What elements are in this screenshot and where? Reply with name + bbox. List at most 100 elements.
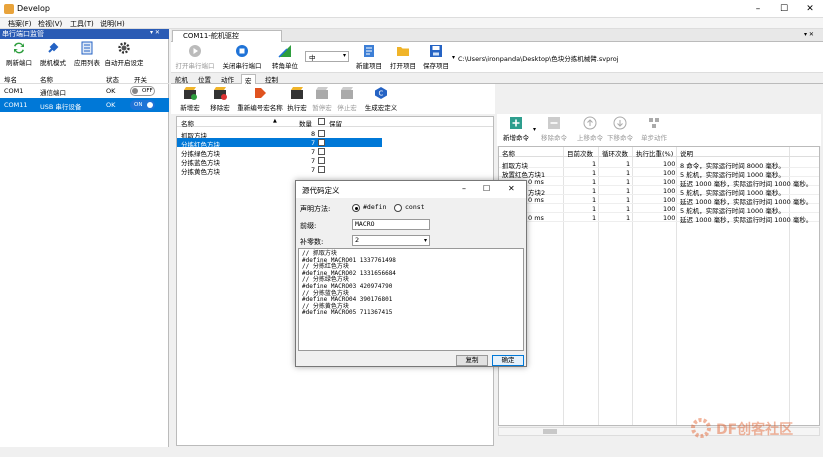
remove-command-button[interactable]: 移除命令: [537, 115, 571, 144]
define-radio[interactable]: [352, 204, 360, 212]
play-icon: [189, 45, 201, 57]
menu-bar: 档案(F) 检视(V) 工具(T) 说明(H): [0, 18, 823, 29]
minimize-button[interactable]: –: [462, 184, 466, 193]
macro-row[interactable]: 分拣黄色方块 7: [177, 165, 493, 176]
chevron-down-icon[interactable]: ▾: [452, 54, 455, 61]
project-path: C:\Users\ironpanda\Desktop\色块分拣机械臂.svpro…: [458, 55, 619, 63]
menu-tools[interactable]: 工具(T): [70, 19, 94, 29]
command-toolbar: 新增命令 ▾ 移除命令 上移命令 下移命令 单步动作: [497, 114, 821, 146]
minimize-button[interactable]: –: [745, 0, 771, 18]
clapperboard-stop-icon: [341, 87, 353, 99]
const-radio[interactable]: [394, 204, 402, 212]
port-row-selected[interactable]: COM11 USB 串行设备 OK ON: [0, 98, 169, 112]
document-tab-label: COM11-舵机驱控: [183, 32, 239, 40]
command-row[interactable]: 抓取方块 1 1 100 8 命令，实际运行时间 8000 毫秒。: [499, 159, 819, 170]
open-port-button[interactable]: 打开串行端口: [175, 43, 215, 72]
port-toggle[interactable]: ON: [130, 100, 155, 110]
clapperboard-remove-icon: [214, 87, 227, 100]
menu-view[interactable]: 检视(V): [38, 19, 62, 29]
save-icon: [430, 45, 442, 57]
close-port-button[interactable]: 关闭串行端口: [221, 43, 263, 72]
function-tabs: 舵机 位置 动作 宏 控制: [171, 73, 823, 85]
tab-position[interactable]: 位置: [198, 74, 211, 84]
keep-checkbox[interactable]: [318, 130, 325, 137]
save-project-button[interactable]: 保存项目: [421, 43, 451, 72]
title-bar: Develop – ☐ ✕: [0, 0, 823, 18]
auto-open-settings-button[interactable]: 自动开启设定: [104, 40, 144, 70]
open-project-button[interactable]: 打开项目: [387, 43, 419, 72]
serial-port-panel: 串行端口监管 ▾ ✕ 刷新端口 脱机模式 应用列表 自动开启设定 埠名 名称 状…: [0, 29, 169, 447]
app-list-button[interactable]: 应用列表: [70, 40, 104, 70]
window-title: Develop: [17, 4, 50, 13]
sort-icon[interactable]: ▲: [273, 118, 277, 124]
maximize-button[interactable]: ☐: [771, 0, 797, 18]
step-icon: [649, 118, 659, 128]
panel-pin-icon[interactable]: ▾ ✕: [150, 29, 160, 36]
macro-row-selected[interactable]: 分拣红色方块 7: [177, 138, 382, 149]
tab-control[interactable]: 控制: [265, 74, 278, 84]
macro-row[interactable]: 分拣绿色方块 7: [177, 147, 493, 158]
refresh-ports-button[interactable]: 刷新端口: [2, 40, 36, 70]
command-row[interactable]: 1 1 100 5 舵机，实际运行时间 1000 毫秒。: [499, 204, 819, 215]
command-row[interactable]: 0 ms 1 1 100 延迟 1000 毫秒，实际运行时间 1000 毫秒。: [499, 177, 819, 188]
zero-pad-select[interactable]: 2 ▾: [352, 235, 430, 246]
port-row[interactable]: COM1 通信端口 OK OFF: [0, 84, 169, 98]
panel-title: 串行端口监管: [0, 29, 169, 39]
close-button[interactable]: ✕: [508, 184, 515, 193]
tag-icon: [255, 88, 266, 98]
stop-icon: [236, 45, 248, 57]
command-row[interactable]: 方块2 1 1 100 5 舵机，实际运行时间 1000 毫秒。: [499, 186, 819, 197]
move-down-button[interactable]: 下移命令: [605, 115, 635, 144]
maximize-button[interactable]: ☐: [483, 184, 490, 193]
gear-icon: [118, 42, 130, 54]
document-tab[interactable]: COM11-舵机驱控: [172, 30, 282, 42]
dialog-title-bar: 源代码定义 – ☐ ✕: [296, 181, 526, 198]
keep-checkbox[interactable]: [318, 166, 325, 173]
source-definition-dialog: 源代码定义 – ☐ ✕ 声明方法: #defin const 前缀: MACRO…: [295, 180, 527, 367]
move-up-button[interactable]: 上移命令: [575, 115, 605, 144]
keep-checkbox[interactable]: [318, 157, 325, 164]
macro-row[interactable]: 抓取方块 8: [177, 129, 493, 140]
single-step-button[interactable]: 单步动作: [639, 115, 669, 144]
keep-checkbox[interactable]: [318, 148, 325, 155]
pause-macro-button[interactable]: 暂停宏: [310, 85, 334, 114]
generate-macro-defs-button[interactable]: C 生成宏定义: [361, 85, 401, 114]
unit-select[interactable]: 中 ▾: [305, 51, 349, 62]
command-row[interactable]: 放置红色方块1 1 1 100 5 舵机，实际运行时间 1000 毫秒。: [499, 168, 819, 179]
tab-controls[interactable]: ▾ ✕: [804, 31, 814, 38]
status-bar: [0, 447, 823, 457]
tab-macro[interactable]: 宏: [241, 74, 256, 85]
stop-macro-button[interactable]: 停止宏: [335, 85, 359, 114]
macro-row[interactable]: 分拣蓝色方块 7: [177, 156, 493, 167]
port-toggle[interactable]: OFF: [130, 86, 155, 96]
remove-command-icon: [548, 117, 560, 129]
generated-code-area[interactable]: // 抓取方块 #define MACRO01 1337761498 // 分拣…: [298, 248, 524, 351]
menu-help[interactable]: 说明(H): [100, 19, 125, 29]
ok-button[interactable]: 确定: [492, 355, 524, 366]
keep-checkbox[interactable]: [318, 139, 325, 146]
add-command-button[interactable]: 新增命令: [499, 115, 533, 144]
renumber-macros-button[interactable]: 重新编号宏名称: [235, 85, 285, 114]
tab-action[interactable]: 动作: [221, 74, 234, 84]
keep-all-checkbox[interactable]: [318, 118, 325, 125]
folder-icon: [397, 47, 409, 56]
remove-macro-button[interactable]: 移除宏: [205, 85, 235, 114]
add-macro-button[interactable]: 新增宏: [175, 85, 205, 114]
command-row[interactable]: 0 ms 1 1 100 延迟 1000 毫秒，实际运行时间 1000 毫秒。: [499, 195, 819, 206]
close-button[interactable]: ✕: [797, 0, 823, 18]
macro-table-header: 名称 ▲ 数量 保留: [177, 117, 493, 128]
scroll-thumb[interactable]: [543, 429, 557, 434]
arrow-up-icon: [583, 116, 597, 130]
angle-unit-button[interactable]: 转角单位: [269, 43, 301, 72]
offline-mode-button[interactable]: 脱机模式: [36, 40, 70, 70]
prefix-input[interactable]: MACRO: [352, 219, 430, 230]
command-row[interactable]: 0 ms 1 1 100 延迟 1000 毫秒，实际运行时间 1000 毫秒。: [499, 213, 819, 224]
run-macro-button[interactable]: 执行宏: [285, 85, 309, 114]
menu-file[interactable]: 档案(F): [8, 19, 32, 29]
tab-servo[interactable]: 舵机: [175, 74, 188, 84]
command-table: 名称 目前次数 循环次数 执行比重(%) 说明 抓取方块 1 1 100 8 命…: [498, 146, 820, 426]
clapperboard-pause-icon: [316, 87, 328, 99]
copy-button[interactable]: 复制: [456, 355, 488, 366]
chevron-down-icon[interactable]: ▾: [533, 126, 536, 133]
new-project-button[interactable]: 新建项目: [353, 43, 385, 72]
